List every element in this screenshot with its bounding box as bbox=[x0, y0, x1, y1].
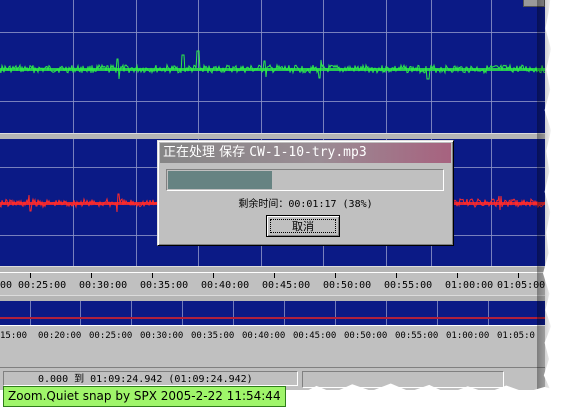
time-label: 00:25:00 bbox=[18, 280, 67, 291]
time-label: 00:30:00 bbox=[79, 280, 128, 291]
selection-range: 0.000 到 01:09:24.942 (01:09:24.942) bbox=[3, 371, 298, 386]
status-field-empty bbox=[302, 371, 504, 388]
save-progress-dialog: 正在处理 保存 CW-1-10-try.mp3 剩余时间：00:01:17 (3… bbox=[157, 140, 454, 246]
time-remaining-value: 00:01:17 (38%) bbox=[288, 199, 373, 210]
time-label: 00:45:00 bbox=[262, 280, 311, 291]
time-label: 00:40:00 bbox=[201, 280, 250, 291]
overview-time-label: 00:25:00 bbox=[89, 331, 133, 341]
waveform-channel-left[interactable] bbox=[0, 0, 545, 133]
overview-time-label: 01:00:00 bbox=[446, 331, 490, 341]
overview-time-label: 15:00 bbox=[0, 331, 28, 341]
time-label: 00:50:00 bbox=[323, 280, 372, 291]
overview-time-label: 00:35:00 bbox=[191, 331, 235, 341]
cancel-button[interactable]: 取消 bbox=[266, 215, 340, 237]
green-waveform-trace bbox=[0, 50, 545, 80]
overview-time-label: 00:45:00 bbox=[293, 331, 337, 341]
overview-strip[interactable] bbox=[0, 301, 545, 325]
time-label: 00:35:00 bbox=[140, 280, 189, 291]
time-remaining: 剩余时间：00:01:17 (38%) bbox=[158, 195, 453, 210]
overview-time-label: 00:50:00 bbox=[344, 331, 388, 341]
time-ruler[interactable]: 00 00:25:00 00:30:00 00:35:00 00:40:00 0… bbox=[0, 272, 545, 296]
audio-editor-window: 00 00:25:00 00:30:00 00:35:00 00:40:00 0… bbox=[0, 0, 575, 408]
progress-bar-fill bbox=[168, 171, 272, 189]
time-label: 00:55:00 bbox=[384, 280, 433, 291]
overview-time-label: 00:40:00 bbox=[242, 331, 286, 341]
overview-time-label: 00:20:00 bbox=[38, 331, 82, 341]
progress-bar bbox=[166, 169, 444, 191]
dialog-title-filename: CW-1-10-try.mp3 bbox=[249, 145, 367, 160]
empty-panel bbox=[0, 345, 545, 367]
overview-ruler[interactable]: 15:00 00:20:00 00:25:00 00:30:00 00:35:0… bbox=[0, 325, 545, 347]
time-label: 01:00:00 bbox=[445, 280, 494, 291]
dialog-title-text: 正在处理 保存 bbox=[163, 145, 250, 160]
overview-time-label: 00:55:00 bbox=[395, 331, 439, 341]
snapshot-watermark: Zoom.Quiet snap by SPX 2005-2-22 11:54:4… bbox=[3, 386, 286, 407]
overview-time-label: 00:30:00 bbox=[140, 331, 184, 341]
time-remaining-label: 剩余时间： bbox=[238, 199, 289, 210]
overview-time-label: 01:05:0 bbox=[497, 331, 535, 341]
time-label: 00 bbox=[0, 280, 13, 291]
dialog-title-bar[interactable]: 正在处理 保存 CW-1-10-try.mp3 bbox=[160, 143, 451, 163]
